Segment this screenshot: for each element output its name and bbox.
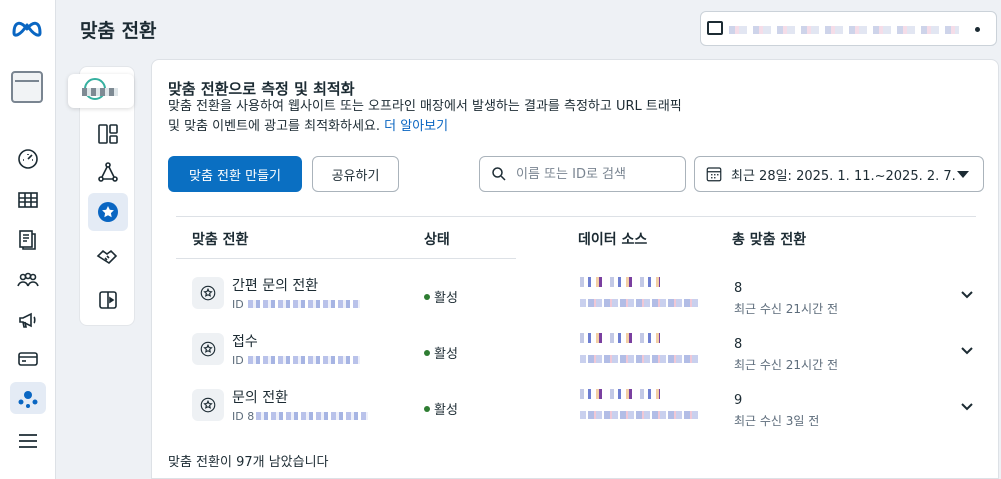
total-conversions: 8 (734, 281, 743, 296)
table-header: 맞춤 전환 상태 데이터 소스 총 맞춤 전환 (176, 216, 976, 259)
column-header-name[interactable]: 맞춤 전환 (192, 229, 248, 249)
page-title: 맞춤 전환 (80, 20, 157, 42)
chevron-down-icon[interactable] (960, 287, 974, 301)
conversion-name[interactable]: 간편 문의 전환 (232, 275, 318, 295)
calendar-icon (706, 167, 722, 182)
status-badge: 활성 (424, 399, 458, 418)
settings-panel-icon[interactable] (88, 281, 128, 319)
search-input[interactable] (516, 166, 676, 182)
header-divider (176, 258, 516, 259)
share-button[interactable]: 공유하기 (312, 156, 399, 192)
conversion-id-label: ID (232, 298, 244, 311)
data-source-id-redacted (580, 299, 700, 307)
conversion-id-redacted (256, 412, 368, 420)
chevron-down-icon[interactable] (960, 343, 974, 357)
chevron-down-icon[interactable] (960, 399, 974, 413)
status-dot-icon (424, 293, 430, 300)
total-conversions: 8 (734, 337, 743, 352)
dashboard-icon[interactable] (10, 143, 46, 175)
ad-account-selector[interactable] (700, 11, 997, 46)
description-line-1: 맞춤 전환을 사용하여 웹사이트 또는 오프라인 매장에서 발생하는 결과를 측… (168, 99, 682, 114)
status-badge: 활성 (424, 343, 458, 362)
selector-dot-icon (975, 27, 980, 32)
column-header-status[interactable]: 상태 (424, 229, 450, 249)
star-icon (192, 389, 224, 421)
data-source-redacted (580, 333, 660, 343)
star-icon (192, 277, 224, 309)
remaining-count-note: 맞춤 전환이 97개 남았습니다 (168, 455, 329, 470)
last-received: 최근 수신 3일 전 (734, 414, 820, 428)
conversion-name[interactable]: 접수 (232, 331, 258, 351)
status-label: 활성 (434, 403, 458, 418)
pages-icon[interactable] (10, 224, 46, 256)
conversion-name[interactable]: 문의 전환 (232, 387, 288, 407)
search-icon (492, 167, 506, 181)
status-dot-icon (424, 405, 430, 412)
table-row[interactable]: 간편 문의 전환 ID 활성 8 최근 수신 21시간 전 (176, 265, 976, 321)
data-sources-icon[interactable] (88, 153, 128, 191)
conversion-id-label: ID 8 (232, 410, 255, 423)
meta-logo[interactable] (10, 16, 44, 38)
status-dot-icon (424, 349, 430, 356)
create-custom-conversion-button[interactable]: 맞춤 전환 만들기 (168, 156, 302, 192)
account-name-redacted (729, 26, 959, 34)
search-box (479, 156, 686, 192)
status-label: 활성 (434, 347, 458, 362)
account-icon[interactable] (11, 71, 43, 103)
megaphone-icon[interactable] (10, 304, 46, 336)
partner-integrations-icon[interactable] (88, 237, 128, 275)
data-source-id-redacted (580, 355, 700, 363)
status-badge: 활성 (424, 287, 458, 306)
card-description: 맞춤 전환을 사용하여 웹사이트 또는 오프라인 매장에서 발생하는 결과를 측… (168, 97, 788, 137)
card-title: 맞춤 전환으로 측정 및 최적화 (168, 80, 355, 98)
hamburger-menu-icon[interactable] (10, 425, 46, 457)
global-nav (0, 0, 56, 479)
billing-card-icon[interactable] (10, 343, 46, 375)
conversion-id-label: ID (232, 354, 244, 367)
date-range-picker[interactable]: 최근 28일: 2025. 1. 11.~2025. 2. 7. (694, 156, 984, 192)
column-header-data-source[interactable]: 데이터 소스 (578, 229, 647, 249)
table-icon[interactable] (10, 184, 46, 216)
table-row[interactable]: 접수 ID 활성 8 최근 수신 21시간 전 (176, 321, 976, 377)
column-header-total[interactable]: 총 맞춤 전환 (732, 229, 806, 249)
overview-layout-icon[interactable] (88, 115, 128, 153)
pixel-name-redacted (82, 88, 118, 96)
date-range-label: 최근 28일: 2025. 1. 11.~2025. 2. 7. (731, 168, 956, 184)
custom-conversions-icon[interactable] (88, 193, 128, 231)
description-line-2: 및 맞춤 이벤트에 광고를 최적화하세요. 더 알아보기 (168, 117, 788, 137)
account-device-icon (707, 21, 723, 35)
description-text: 및 맞춤 이벤트에 광고를 최적화하세요. (168, 119, 385, 134)
events-manager-icon[interactable] (10, 382, 46, 414)
caret-down-icon (957, 171, 969, 178)
conversion-id-redacted (248, 356, 360, 364)
data-source-redacted (580, 277, 660, 287)
total-conversions: 9 (734, 393, 743, 408)
data-source-id-redacted (580, 411, 700, 419)
data-source-redacted (580, 389, 660, 399)
table-row[interactable]: 문의 전환 ID 8 활성 9 최근 수신 3일 전 (176, 377, 976, 433)
audience-icon[interactable] (10, 264, 46, 296)
status-label: 활성 (434, 291, 458, 306)
custom-conversions-card: 맞춤 전환으로 측정 및 최적화 맞춤 전환을 사용하여 웹사이트 또는 오프라… (151, 59, 999, 479)
last-received: 최근 수신 21시간 전 (734, 358, 838, 372)
star-icon (192, 333, 224, 365)
pixel-hover-chip[interactable] (68, 74, 134, 108)
learn-more-link[interactable]: 더 알아보기 (384, 119, 448, 134)
conversion-id-redacted (248, 300, 360, 308)
last-received: 최근 수신 21시간 전 (734, 302, 838, 316)
